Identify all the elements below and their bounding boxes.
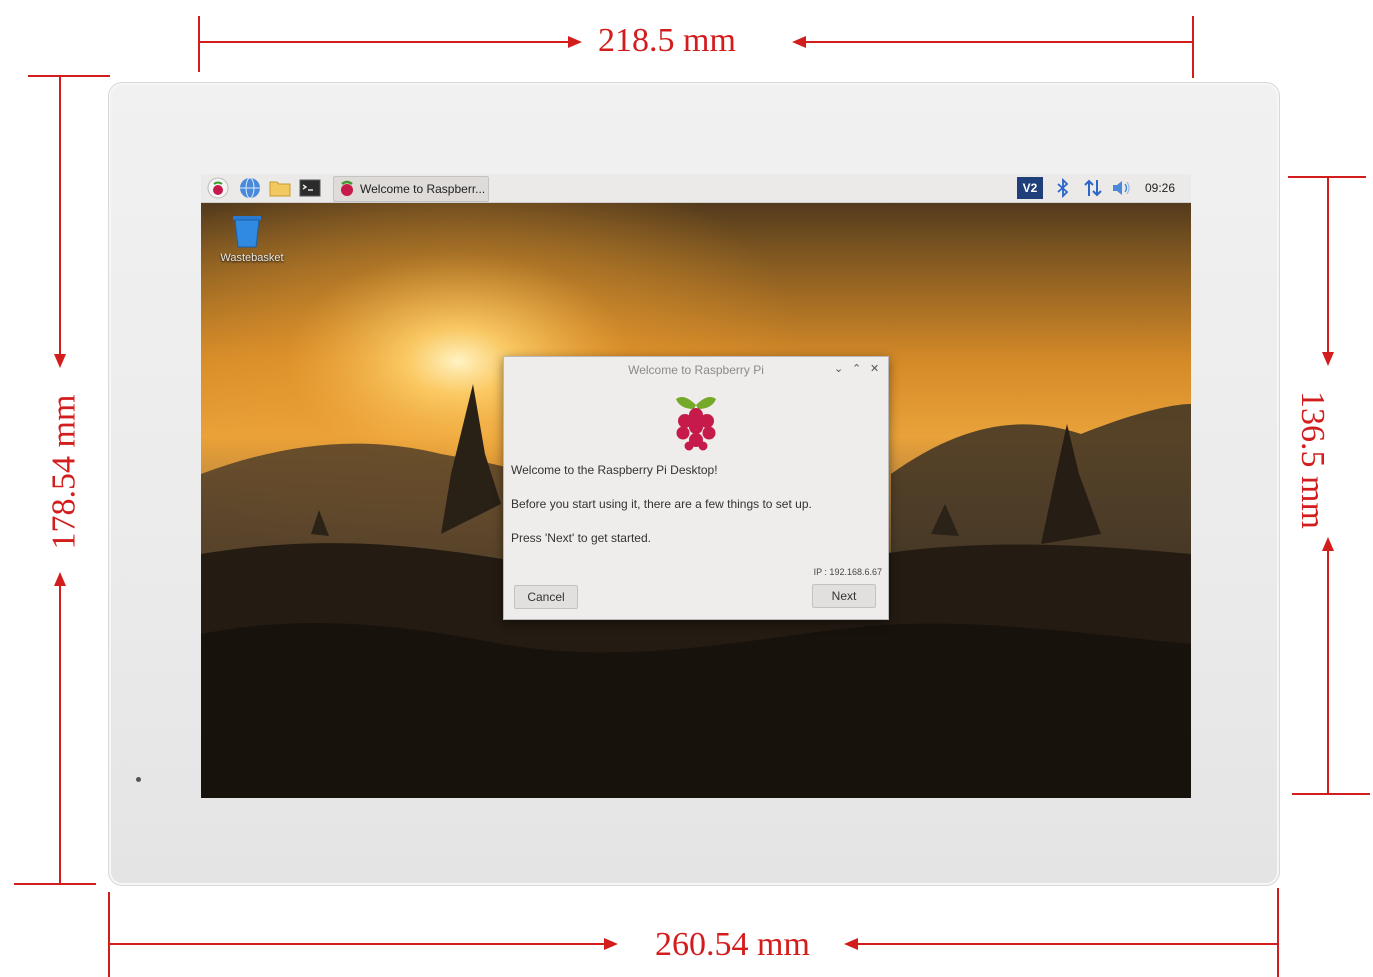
arrow-right-icon [604, 938, 618, 950]
top-width-label: 218.5 mm [598, 22, 736, 59]
maximize-button[interactable]: ⌃ [852, 362, 861, 375]
raspberry-menu-icon[interactable] [207, 177, 229, 199]
right-height-label: 136.5 mm [1293, 391, 1331, 529]
right-upper-arrow-line [1327, 178, 1329, 354]
arrow-up-icon [1322, 537, 1334, 551]
light-sensor [136, 777, 141, 782]
right-lower-arrow-line [1327, 550, 1329, 793]
arrow-left-icon [792, 36, 806, 48]
top-right-extension-line [1192, 16, 1194, 78]
taskbar: Welcome to Raspberr... V2 09:26 [201, 174, 1191, 203]
bottom-right-arrow-line [858, 943, 1277, 945]
top-left-arrow-line [200, 41, 570, 43]
arrow-left-icon [844, 938, 858, 950]
network-icon[interactable] [1083, 178, 1103, 198]
clock[interactable]: 09:26 [1145, 181, 1175, 195]
left-top-extension-line [28, 75, 110, 77]
bottom-left-extension-line [108, 892, 110, 977]
welcome-task-button[interactable]: Welcome to Raspberr... [333, 176, 489, 202]
wastebasket-icon [233, 216, 261, 248]
file-manager-icon[interactable] [269, 177, 291, 199]
arrow-right-icon [568, 36, 582, 48]
task-label: Welcome to Raspberr... [360, 182, 486, 196]
left-bottom-extension-line [14, 883, 96, 885]
web-browser-icon[interactable] [239, 177, 261, 199]
top-right-arrow-line [806, 41, 1192, 43]
welcome-heading: Welcome to the Raspberry Pi Desktop! [511, 463, 718, 477]
next-button[interactable]: Next [812, 584, 876, 608]
ip-address: IP : 192.168.6.67 [813, 567, 882, 577]
arrow-up-icon [54, 572, 66, 586]
top-left-extension-line [198, 16, 200, 72]
bottom-left-arrow-line [110, 943, 606, 945]
desktop-screen: Welcome to Raspberr... V2 09:26 Wastebas… [201, 174, 1191, 798]
close-button[interactable]: ✕ [870, 362, 879, 375]
bottom-width-label: 260.54 mm [655, 926, 810, 963]
left-upper-arrow-line [59, 77, 61, 355]
cancel-button[interactable]: Cancel [514, 585, 578, 609]
arrow-down-icon [54, 354, 66, 368]
dialog-title: Welcome to Raspberry Pi [628, 363, 764, 377]
right-bottom-extension-line [1292, 793, 1370, 795]
raspberry-icon [341, 180, 353, 196]
wastebasket-label: Wastebasket [220, 252, 284, 264]
volume-icon[interactable] [1111, 179, 1133, 197]
bluetooth-icon[interactable] [1055, 178, 1071, 198]
vnc-icon[interactable]: V2 [1017, 177, 1043, 199]
welcome-dialog: Welcome to Raspberry Pi ⌄ ⌃ ✕ Welcome to… [503, 356, 889, 620]
setup-text: Before you start using it, there are a f… [511, 497, 812, 511]
left-height-label: 178.54 mm [45, 394, 83, 550]
left-lower-arrow-line [59, 585, 61, 883]
raspberry-pi-logo-icon [676, 397, 716, 451]
terminal-icon[interactable] [299, 177, 321, 199]
next-hint-text: Press 'Next' to get started. [511, 531, 651, 545]
arrow-down-icon [1322, 352, 1334, 366]
bottom-right-extension-line [1277, 888, 1279, 977]
minimize-button[interactable]: ⌄ [834, 362, 843, 375]
